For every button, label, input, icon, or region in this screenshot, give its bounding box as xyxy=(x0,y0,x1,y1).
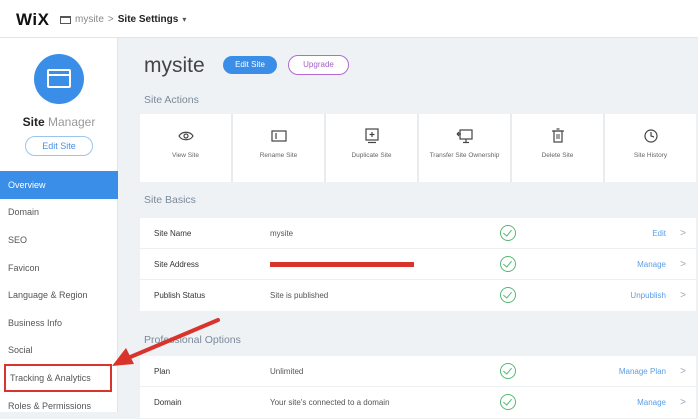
view-site-label: View Site xyxy=(172,152,199,159)
transfer-site-action[interactable]: Transfer Site Ownership xyxy=(419,114,512,182)
check-circle-icon xyxy=(500,256,516,272)
delete-site-label: Delete Site xyxy=(541,152,574,159)
site-name-title: mysite xyxy=(144,54,205,77)
breadcrumb: mysite > Site Settings ▾ xyxy=(60,14,186,25)
duplicate-site-action[interactable]: Duplicate Site xyxy=(326,114,419,182)
upgrade-button[interactable]: Upgrade xyxy=(288,55,349,75)
manage-plan-link[interactable]: Manage Plan xyxy=(619,367,666,376)
redacted-address-bar xyxy=(270,262,414,267)
view-site-action[interactable]: View Site xyxy=(140,114,233,182)
row-key: Site Name xyxy=(154,228,192,238)
site-history-action[interactable]: Site History xyxy=(605,114,696,182)
sidebar-nav: Overview Domain SEO Favicon Language & R… xyxy=(0,171,118,419)
chevron-right-icon[interactable]: > xyxy=(680,228,686,239)
site-actions-panel: View Site Rename Site Duplicate Site Tra… xyxy=(140,114,696,182)
trash-icon xyxy=(551,126,565,146)
sidebar-item-seo[interactable]: SEO xyxy=(0,226,118,254)
check-circle-icon xyxy=(500,225,516,241)
browser-window-icon xyxy=(47,69,71,88)
check-circle-icon xyxy=(500,287,516,303)
chevron-down-icon[interactable]: ▾ xyxy=(182,15,186,24)
history-icon xyxy=(643,126,659,146)
row-key: Site Address xyxy=(154,259,199,269)
row-value: mysite xyxy=(270,228,294,238)
site-actions-heading: Site Actions xyxy=(144,94,199,106)
sidebar: Site Manager Edit Site Overview Domain S… xyxy=(0,38,118,412)
edit-site-name-link[interactable]: Edit xyxy=(652,229,666,238)
edit-site-button[interactable]: Edit Site xyxy=(223,56,277,74)
sidebar-item-tracking-analytics[interactable]: Tracking & Analytics xyxy=(4,364,112,392)
sidebar-item-social[interactable]: Social xyxy=(0,337,118,365)
sidebar-item-roles-permissions[interactable]: Roles & Permissions xyxy=(0,392,118,419)
rename-site-label: Rename Site xyxy=(259,152,298,159)
sidebar-item-domain[interactable]: Domain xyxy=(0,199,118,227)
breadcrumb-current[interactable]: Site Settings xyxy=(118,14,179,25)
eye-icon xyxy=(177,126,194,146)
row-key: Plan xyxy=(154,366,171,376)
unpublish-link[interactable]: Unpublish xyxy=(630,291,666,300)
chevron-right-icon[interactable]: > xyxy=(680,290,686,301)
top-bar: WiX mysite > Site Settings ▾ xyxy=(0,0,698,38)
breadcrumb-separator: > xyxy=(107,14,114,25)
manage-domain-link[interactable]: Manage xyxy=(637,398,666,407)
row-key: Domain xyxy=(154,398,182,407)
manage-address-link[interactable]: Manage xyxy=(637,260,666,269)
chevron-right-icon[interactable]: > xyxy=(680,397,686,408)
site-history-label: Site History xyxy=(633,152,668,159)
site-address-row[interactable]: Site Address Manage > xyxy=(140,249,696,280)
sidebar-item-business-info[interactable]: Business Info xyxy=(0,309,118,337)
sidebar-item-overview[interactable]: Overview xyxy=(0,171,118,199)
sidebar-item-language-region[interactable]: Language & Region xyxy=(0,281,118,309)
sidebar-edit-site-button[interactable]: Edit Site xyxy=(25,136,93,156)
publish-status-row[interactable]: Publish Status Site is published Unpubli… xyxy=(140,280,696,311)
site-basics-heading: Site Basics xyxy=(144,194,196,206)
row-value: Unlimited xyxy=(270,366,304,376)
professional-options-heading: Professional Options xyxy=(144,334,241,346)
site-icon xyxy=(60,15,71,24)
rename-icon xyxy=(270,126,287,146)
check-circle-icon xyxy=(500,394,516,410)
duplicate-icon xyxy=(364,126,380,146)
transfer-icon xyxy=(456,126,474,146)
professional-options-card: Plan Unlimited Manage Plan > Domain Your… xyxy=(140,356,696,418)
site-basics-card: Site Name mysite Edit > Site Address Man… xyxy=(140,218,696,311)
rename-site-action[interactable]: Rename Site xyxy=(233,114,326,182)
sidebar-item-favicon[interactable]: Favicon xyxy=(0,254,118,282)
main-content: mysite Edit Site Upgrade Site Actions Vi… xyxy=(118,38,698,418)
duplicate-site-label: Duplicate Site xyxy=(351,152,392,159)
row-key: Publish Status xyxy=(154,291,206,300)
transfer-site-label: Transfer Site Ownership xyxy=(429,152,500,159)
site-manager-title: Site Manager xyxy=(22,115,96,129)
check-circle-icon xyxy=(500,363,516,379)
site-avatar xyxy=(34,54,84,104)
breadcrumb-site[interactable]: mysite xyxy=(75,14,104,25)
delete-site-action[interactable]: Delete Site xyxy=(512,114,605,182)
chevron-right-icon[interactable]: > xyxy=(680,366,686,377)
plan-row[interactable]: Plan Unlimited Manage Plan > xyxy=(140,356,696,387)
row-value: Your site's connected to a domain xyxy=(270,398,390,407)
row-value: Site is published xyxy=(270,291,329,300)
site-name-row[interactable]: Site Name mysite Edit > xyxy=(140,218,696,249)
chevron-right-icon[interactable]: > xyxy=(680,259,686,270)
domain-row[interactable]: Domain Your site's connected to a domain… xyxy=(140,387,696,418)
wix-logo[interactable]: WiX xyxy=(16,10,49,30)
